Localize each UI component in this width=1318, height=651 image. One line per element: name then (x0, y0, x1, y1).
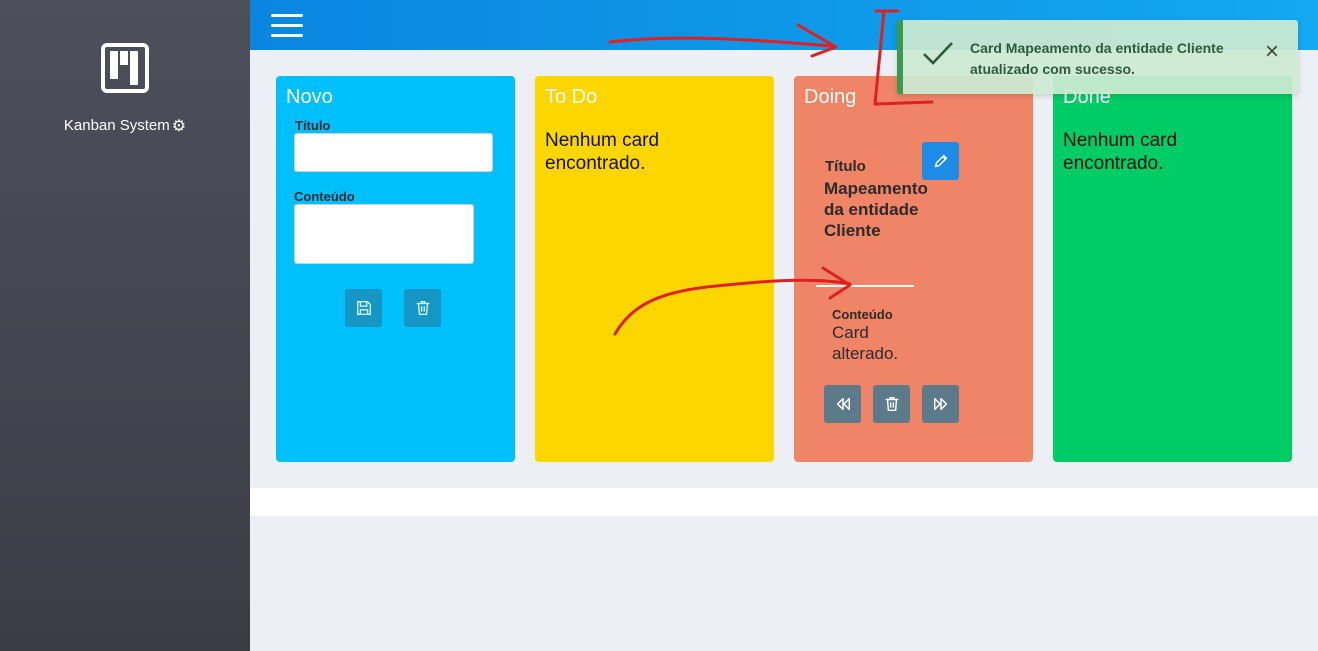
rewind-icon (836, 397, 850, 411)
footer-strip (250, 488, 1318, 516)
delete-card-button[interactable] (873, 385, 910, 423)
brand-name: Kanban System (63, 117, 170, 134)
empty-message: Nenhum card encontrado. (545, 130, 660, 174)
toast-message: Card Mapeamento da entidade Cliente atua… (970, 40, 1224, 77)
check-icon (923, 42, 953, 65)
delete-button[interactable] (404, 289, 441, 327)
edit-card-button[interactable] (922, 142, 959, 180)
hamburger-menu-icon[interactable] (271, 14, 303, 38)
card-content-label: Conteúdo (832, 307, 893, 322)
title-input[interactable] (294, 133, 493, 172)
save-icon (356, 300, 371, 316)
column-done: Done Nenhum card encontrado. (1053, 76, 1292, 462)
trash-icon (885, 396, 898, 412)
close-icon[interactable]: × (1265, 40, 1279, 64)
card-title: Mapeamento da entidade Cliente (824, 179, 928, 240)
trash-icon (416, 300, 429, 316)
brand: Kanban System ⚙ (0, 116, 250, 136)
save-button[interactable] (345, 289, 382, 327)
content-textarea[interactable] (294, 204, 474, 264)
column-doing: Doing Título Mapeamento da entidade Clie… (794, 76, 1033, 462)
empty-message: Nenhum card encontrado. (1063, 130, 1178, 174)
column-title: Doing (804, 86, 857, 108)
column-todo: To Do Nenhum card encontrado. (535, 76, 774, 462)
card-content: Card alterado. (832, 323, 899, 363)
gear-icon[interactable]: ⚙ (172, 116, 186, 136)
sidebar: Kanban System ⚙ (0, 0, 250, 651)
kanban-board-icon (101, 43, 149, 93)
card-title-label: Título (825, 158, 866, 175)
move-forward-button[interactable] (922, 385, 959, 423)
fast-forward-icon (933, 397, 947, 411)
column-title: Novo (286, 86, 333, 108)
success-toast: Card Mapeamento da entidade Cliente atua… (897, 20, 1298, 94)
column-title: To Do (545, 86, 598, 108)
title-field-label: Título (295, 118, 331, 133)
column-novo: Novo Título Conteúdo (276, 76, 515, 462)
pencil-icon (934, 154, 947, 168)
card-divider (816, 285, 914, 287)
move-back-button[interactable] (824, 385, 861, 423)
content-field-label: Conteúdo (294, 189, 355, 204)
